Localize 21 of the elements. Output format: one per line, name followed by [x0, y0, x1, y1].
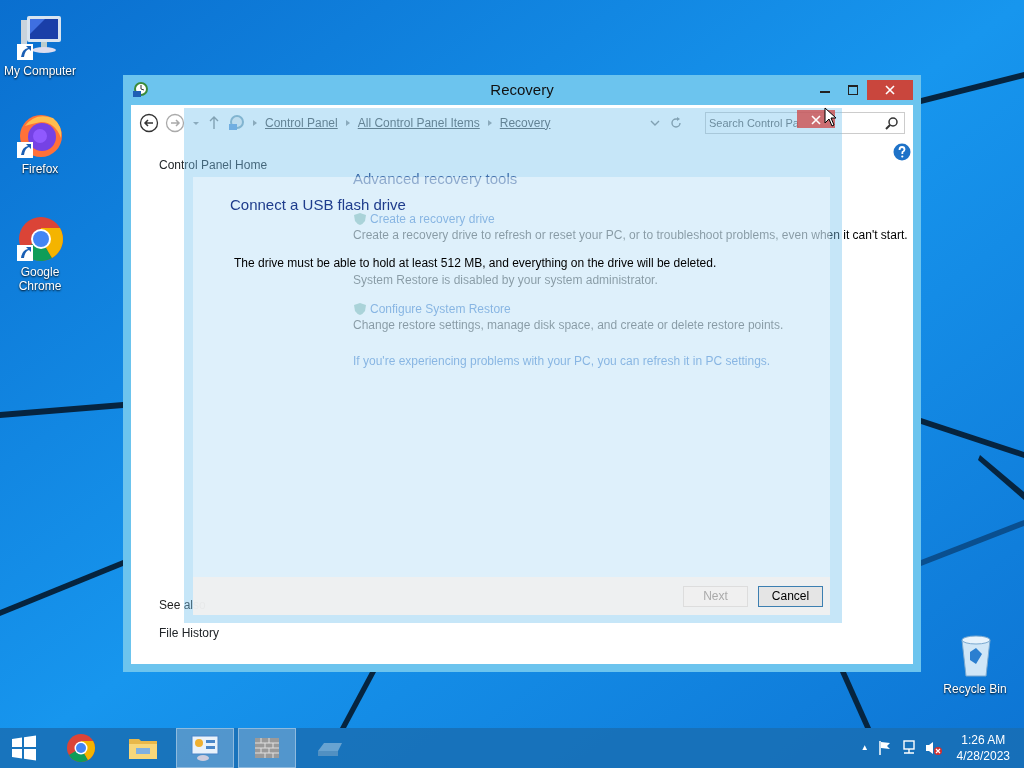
- icon-label[interactable]: Recycle Bin: [943, 682, 1007, 697]
- dialog-message: The drive must be able to hold at least 512 MB, and everything on the drive will be deleted.: [234, 255, 717, 272]
- breadcrumb-link[interactable]: Control Panel: [265, 113, 338, 132]
- tray-arrow[interactable]: ▲: [860, 742, 869, 754]
- sidebar-link[interactable]: File History: [159, 624, 353, 642]
- tool-description: Change restore settings, manage disk space, and create or delete restore points.: [353, 317, 785, 333]
- tool-description: System Restore is disabled by your system administrator.: [353, 272, 659, 288]
- window-title: Recovery: [490, 79, 554, 100]
- dialog-button[interactable]: Cancel: [758, 585, 823, 607]
- icon-label[interactable]: Google Chrome: [0, 265, 80, 294]
- breadcrumb-link[interactable]: Recovery: [499, 113, 551, 132]
- section-heading: Advanced recovery tools: [353, 170, 519, 188]
- breadcrumb-link[interactable]: All Control Panel Items: [357, 113, 480, 132]
- dialog-heading: Connect a USB flash drive: [230, 197, 406, 212]
- icon-label[interactable]: Firefox: [21, 162, 59, 177]
- sidebar-link[interactable]: Control Panel Home: [159, 156, 353, 174]
- clock[interactable]: 1:26 AM 4/28/2023: [956, 731, 1010, 765]
- clock-time: 1:26 AM: [960, 731, 1007, 748]
- tool-description: Create a recovery drive to refresh or reset your PC, or to troubleshoot problems, even when it can't start.: [353, 227, 909, 243]
- clock-date: 4/28/2023: [956, 748, 1010, 765]
- icon-label[interactable]: My Computer: [4, 64, 76, 79]
